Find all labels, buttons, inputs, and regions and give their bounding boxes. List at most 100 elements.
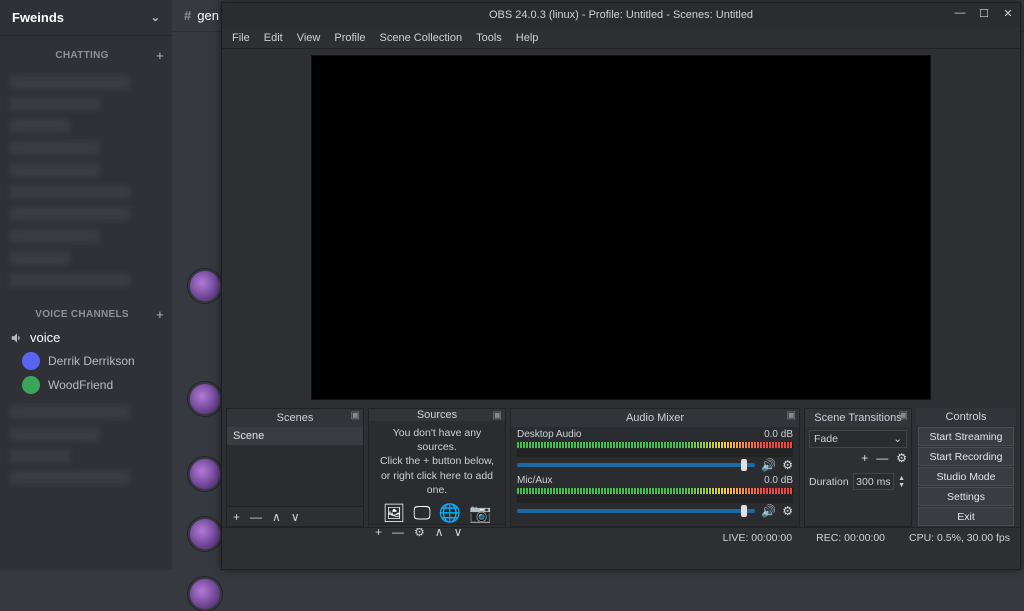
preview-canvas[interactable] <box>311 55 931 400</box>
empty-line: Click the + button below, <box>375 454 499 468</box>
sources-list[interactable]: You don't have any sources. Click the + … <box>369 421 505 524</box>
redacted-channel <box>10 163 100 177</box>
transition-selected: Fade <box>814 433 838 445</box>
dock-close-icon[interactable]: ▣ <box>899 410 908 421</box>
audio-meter <box>517 488 793 494</box>
redacted-channel <box>10 185 130 199</box>
chevron-down-icon: ⌄ <box>151 11 160 24</box>
remove-icon[interactable]: — <box>250 510 262 524</box>
start-recording-button[interactable]: Start Recording <box>918 447 1014 466</box>
redacted-channel <box>10 97 100 111</box>
obs-menubar: File Edit View Profile Scene Collection … <box>222 27 1020 49</box>
exit-button[interactable]: Exit <box>918 507 1014 526</box>
voice-member[interactable]: WoodFriend <box>0 373 172 397</box>
mixer-channel-desktop: Desktop Audio 0.0 dB 🔊 ⚙ <box>511 427 799 473</box>
gear-icon[interactable]: ⚙ <box>782 458 793 472</box>
preview-area <box>222 49 1020 405</box>
redacted-row <box>10 449 70 463</box>
obs-window: OBS 24.0.3 (linux) - Profile: Untitled -… <box>221 2 1021 570</box>
dock-scenes: Scenes ▣ Scene + — ∧ ∨ <box>226 408 364 527</box>
gear-icon[interactable]: ⚙ <box>782 504 793 518</box>
redacted-channel <box>10 75 130 89</box>
speaker-icon[interactable]: 🔊 <box>761 504 776 518</box>
menu-profile[interactable]: Profile <box>334 32 365 44</box>
mixer-body: Desktop Audio 0.0 dB 🔊 ⚙ <box>511 427 799 526</box>
volume-slider[interactable] <box>517 509 755 513</box>
redacted-row <box>10 427 100 441</box>
add-icon[interactable]: + <box>233 510 240 524</box>
minimise-icon[interactable]: — <box>952 5 968 21</box>
move-down-icon[interactable]: ∨ <box>291 510 300 524</box>
avatar-icon <box>22 352 40 370</box>
add-icon[interactable]: + <box>861 451 868 465</box>
move-up-icon[interactable]: ∧ <box>272 510 281 524</box>
duration-value: 300 ms <box>856 476 890 488</box>
dock-title-label: Scene Transitions <box>814 412 901 424</box>
menu-scene-collection[interactable]: Scene Collection <box>380 32 463 44</box>
display-icon: 🖵 <box>413 503 430 524</box>
dock-title-label: Scenes <box>277 412 314 424</box>
maximise-icon[interactable]: ☐ <box>976 5 992 21</box>
channel-level: 0.0 dB <box>764 429 793 440</box>
start-streaming-button[interactable]: Start Streaming <box>918 427 1014 446</box>
dock-close-icon[interactable]: ▣ <box>493 410 502 421</box>
obs-docks: Scenes ▣ Scene + — ∧ ∨ Sources ▣ You don… <box>222 405 1020 527</box>
redacted-channel <box>10 229 100 243</box>
image-icon: 🖼 <box>382 503 405 524</box>
plus-icon[interactable]: + <box>156 48 164 63</box>
dock-title-label: Sources <box>417 409 457 421</box>
spinner-icon[interactable]: ▲▼ <box>898 473 907 490</box>
member-name: WoodFriend <box>48 378 113 392</box>
voice-channel-name: voice <box>30 330 60 345</box>
section-chatting[interactable]: CHATTING + <box>0 36 172 67</box>
message-avatar <box>188 577 222 611</box>
redacted-row <box>10 471 130 485</box>
volume-slider[interactable] <box>517 463 755 467</box>
channel-level: 0.0 dB <box>764 475 793 486</box>
server-name: Fweinds <box>12 10 64 25</box>
section-label: VOICE CHANNELS <box>35 309 129 320</box>
dock-close-icon[interactable]: ▣ <box>351 410 360 421</box>
section-label: CHATTING <box>55 50 108 61</box>
speaker-icon[interactable]: 🔊 <box>761 458 776 472</box>
server-header[interactable]: Fweinds ⌄ <box>0 0 172 36</box>
dock-transitions: Scene Transitions ▣ Fade ⌄ + — ⚙ Duratio… <box>804 408 912 527</box>
dock-title-mixer: Audio Mixer ▣ <box>511 409 799 427</box>
more-redacted <box>0 405 172 485</box>
audio-meter <box>517 442 793 448</box>
obs-statusbar: LIVE: 00:00:00 REC: 00:00:00 CPU: 0.5%, … <box>222 527 1020 547</box>
empty-line: You don't have any sources. <box>375 426 499 454</box>
menu-help[interactable]: Help <box>516 32 539 44</box>
scene-item[interactable]: Scene <box>227 427 363 445</box>
dock-title-label: Audio Mixer <box>626 412 684 424</box>
message-avatar <box>188 382 222 416</box>
menu-tools[interactable]: Tools <box>476 32 502 44</box>
redacted-channel <box>10 141 100 155</box>
duration-input[interactable]: 300 ms <box>853 473 894 490</box>
dock-close-icon[interactable]: ▣ <box>787 410 796 421</box>
menu-view[interactable]: View <box>297 32 321 44</box>
dock-controls: Controls Start Streaming Start Recording… <box>916 408 1016 527</box>
remove-icon[interactable]: — <box>876 451 888 465</box>
meter-ticks <box>517 449 793 457</box>
section-voice[interactable]: VOICE CHANNELS + <box>0 295 172 326</box>
plus-icon[interactable]: + <box>156 307 164 322</box>
menu-edit[interactable]: Edit <box>264 32 283 44</box>
voice-channel[interactable]: voice <box>0 326 172 349</box>
menu-file[interactable]: File <box>232 32 250 44</box>
camera-icon: 📷 <box>469 503 491 524</box>
redacted-channel <box>10 251 70 265</box>
scenes-list[interactable]: Scene <box>227 427 363 506</box>
dock-title-sources: Sources ▣ <box>369 409 505 421</box>
transition-select[interactable]: Fade ⌄ <box>809 430 907 448</box>
meter-ticks <box>517 495 793 503</box>
duration-label: Duration <box>809 476 849 488</box>
settings-button[interactable]: Settings <box>918 487 1014 506</box>
obs-titlebar[interactable]: OBS 24.0.3 (linux) - Profile: Untitled -… <box>222 3 1020 27</box>
voice-member[interactable]: Derrik Derrikson <box>0 349 172 373</box>
studio-mode-button[interactable]: Studio Mode <box>918 467 1014 486</box>
gear-icon[interactable]: ⚙ <box>896 451 907 465</box>
message-avatar <box>188 269 222 303</box>
close-icon[interactable]: ✕ <box>1000 5 1016 21</box>
channel-name: Mic/Aux <box>517 475 553 486</box>
